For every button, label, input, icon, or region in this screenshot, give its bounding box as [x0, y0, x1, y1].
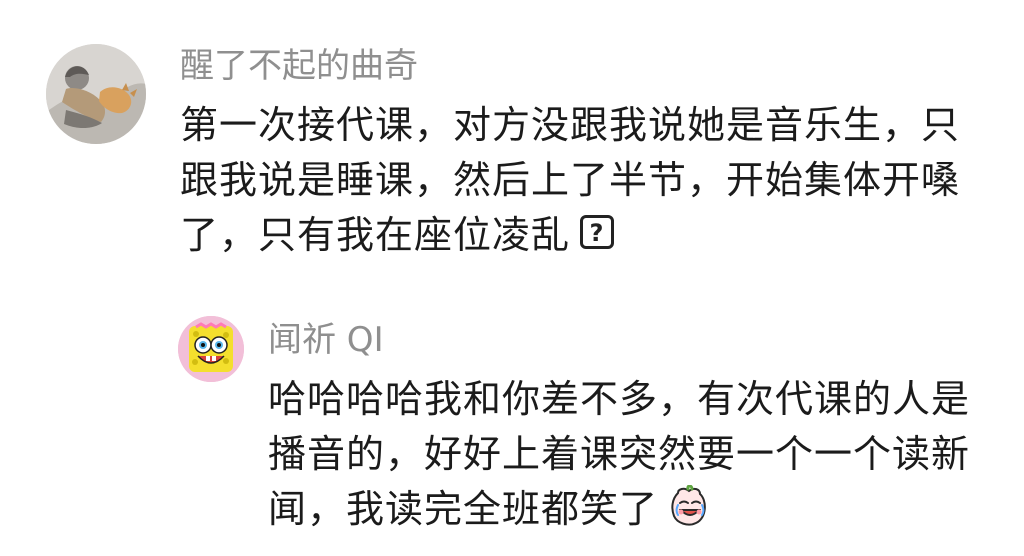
comment-line: 哈哈哈哈我和你差不多，有次代课的人是	[268, 377, 971, 421]
comment-line: 第一次接代课，对方没跟我说她是音乐生，只	[180, 103, 961, 147]
comment-line-text: 闻，我读完全班都笑了	[268, 487, 659, 531]
person-lying-with-cat-avatar	[46, 44, 146, 144]
comment-line: 闻，我读完全班都笑了	[268, 482, 998, 537]
question-mark-glyph: ?	[589, 218, 605, 247]
comment-line: 了，只有我在座位凌乱?	[180, 208, 1000, 263]
crying-laughing-emoji-icon	[668, 484, 710, 527]
reply-text: 哈哈哈哈我和你差不多，有次代课的人是 播音的，好好上着课突然要一个一个读新 闻，…	[268, 372, 998, 537]
crying-laughing-emoji-graphic	[671, 484, 706, 526]
user-avatar[interactable]	[46, 44, 146, 144]
user-avatar[interactable]	[178, 316, 244, 382]
comment-text: 第一次接代课，对方没跟我说她是音乐生，只 跟我说是睡课，然后上了半节，开始集体开…	[180, 98, 1000, 263]
username[interactable]: 醒了不起的曲奇	[180, 40, 1000, 92]
comment-line: 跟我说是睡课，然后上了半节，开始集体开嗓	[180, 158, 961, 202]
comment-line-text: 了，只有我在座位凌乱	[180, 213, 571, 257]
comment-line: 播音的，好好上着课突然要一个一个读新	[268, 432, 971, 476]
question-mark-icon: ?	[580, 214, 615, 249]
sponge-cartoon-avatar	[178, 316, 244, 382]
username[interactable]: 闻祈 QI	[268, 314, 998, 366]
